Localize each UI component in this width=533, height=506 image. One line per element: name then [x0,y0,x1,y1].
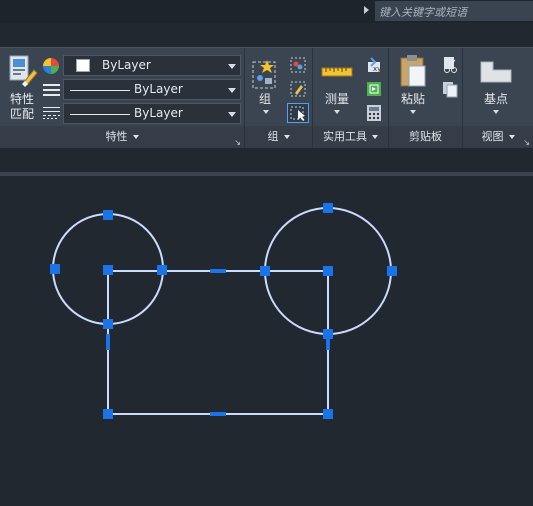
calculator-icon[interactable] [366,104,382,122]
midpoint-grip[interactable] [106,334,110,350]
utilities-panel: 测量 xy 实用工具 [313,48,389,148]
grip[interactable] [103,210,113,220]
basepoint-icon[interactable] [479,60,513,84]
copy-icon[interactable] [441,80,459,98]
dialog-launcher-icon[interactable]: ↘ [523,132,530,154]
paste-clipboard-icon[interactable] [399,54,427,88]
grip[interactable] [260,266,270,276]
measure-ruler-icon[interactable] [321,64,353,78]
chevron-down-icon[interactable] [508,135,515,139]
chevron-down-icon[interactable] [228,88,236,93]
rectangle[interactable] [107,270,329,415]
view-panel: 基点 视图 ↘ [463,48,533,148]
lineweight-icon[interactable] [43,105,60,119]
clipboard-panel: 粘贴 剪贴板 [389,48,463,148]
chevron-down-icon[interactable] [372,135,378,139]
color-combo[interactable]: ByLayer [63,55,241,76]
color-value: ByLayer [102,58,151,72]
midpoint-grip[interactable] [210,412,226,416]
groups-panel: 组 组 [245,48,313,148]
select-quick-icon[interactable] [365,80,383,98]
linetype-preview [70,90,130,91]
chevron-down-icon[interactable] [228,112,236,117]
group-edit-icon[interactable] [289,80,307,98]
expand-arrow-icon[interactable] [364,6,369,14]
drawing-svg[interactable] [0,176,533,502]
linetype-icon[interactable] [43,82,60,96]
clipboard-panel-title[interactable]: 剪贴板 [389,126,462,148]
color-swatch [76,59,90,72]
chevron-down-icon[interactable] [228,64,236,69]
grip[interactable] [50,264,60,274]
match-label-line2: 匹配 [9,107,34,121]
grip[interactable] [387,266,397,276]
search-input[interactable] [375,2,533,23]
paste-label[interactable]: 粘贴 [397,92,429,107]
dialog-launcher-icon[interactable]: ↘ [234,132,241,154]
clipboard-title-text: 剪贴板 [409,130,442,143]
lineweight-value: ByLayer [134,106,183,120]
svg-text:xy: xy [373,65,381,73]
grip[interactable] [103,265,113,275]
midpoint-grip[interactable] [210,269,226,273]
search-box[interactable] [375,1,533,23]
group-icon[interactable] [251,58,279,90]
midpoint-grip[interactable] [326,334,330,350]
groups-panel-title[interactable]: 组 [245,126,312,148]
group-label[interactable]: 组 [253,92,277,107]
match-label-line1: 特性 [9,92,34,106]
chevron-down-icon[interactable] [334,110,340,114]
lineweight-combo[interactable]: ByLayer [63,103,241,124]
match-properties-icon[interactable] [8,54,38,88]
grip[interactable] [157,265,167,275]
chevron-down-icon[interactable] [263,110,269,114]
lineweight-preview [70,114,130,115]
ribbon: 特性 匹配 ByLayer ByLayer ByLayer 特性 ↘ 组 组 测… [0,47,533,148]
cut-icon[interactable] [441,56,459,74]
linetype-value: ByLayer [134,82,183,96]
id-point-icon[interactable]: xy [365,56,383,74]
grip[interactable] [323,203,333,213]
grips[interactable] [50,203,397,419]
view-panel-title[interactable]: 视图 ↘ [463,126,533,148]
grip[interactable] [103,409,113,419]
grip[interactable] [323,266,333,276]
title-bar [0,0,533,23]
chevron-down-icon[interactable] [410,110,416,114]
chevron-down-icon[interactable] [493,110,499,114]
linetype-combo[interactable]: ByLayer [63,79,241,100]
color-wheel-icon[interactable] [42,57,60,75]
ungroup-icon[interactable] [289,56,307,74]
drawing-canvas[interactable] [0,176,533,502]
properties-panel: 特性 匹配 ByLayer ByLayer ByLayer 特性 ↘ [0,48,245,148]
utilities-panel-title[interactable]: 实用工具 [313,126,388,148]
basepoint-label[interactable]: 基点 [478,92,514,107]
utilities-title-text: 实用工具 [323,130,367,143]
grip[interactable] [103,319,113,329]
groups-title-text: 组 [267,130,279,143]
chevron-down-icon[interactable] [132,135,139,139]
chevron-down-icon[interactable] [283,135,290,139]
measure-label[interactable]: 测量 [321,92,353,107]
view-title-text: 视图 [481,130,504,143]
group-select-icon[interactable] [287,103,309,123]
match-properties-label[interactable]: 特性 匹配 [4,92,40,122]
properties-title-text: 特性 [105,130,128,143]
properties-panel-title[interactable]: 特性 ↘ [0,126,244,148]
grip[interactable] [323,409,333,419]
